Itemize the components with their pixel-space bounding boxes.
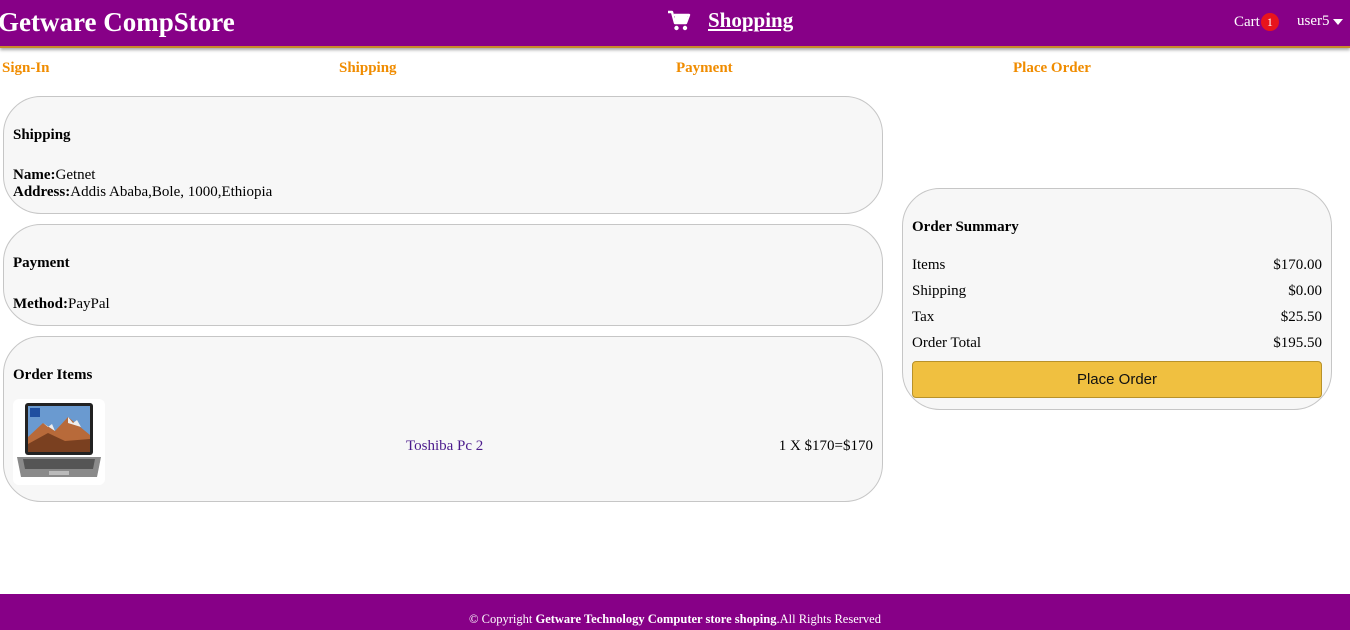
cart-count-badge: 1 xyxy=(1260,13,1279,31)
step-shipping: Shipping xyxy=(339,60,397,76)
shipping-address: Address:Addis Ababa,Bole, 1000,Ethiopia xyxy=(13,184,272,201)
footer-suffix: .All Rights Reserved xyxy=(776,612,881,626)
footer-prefix: © Copyright xyxy=(469,612,536,626)
summary-value: $25.50 xyxy=(1280,309,1322,325)
checkout-steps: Sign-In Shipping Payment Place Order xyxy=(0,60,1350,78)
cart-label: Cart xyxy=(1234,13,1260,30)
summary-value: $195.50 xyxy=(1273,335,1322,351)
summary-value: $0.00 xyxy=(1288,283,1322,299)
shipping-title: Shipping xyxy=(13,127,71,143)
step-payment: Payment xyxy=(676,60,733,76)
method-label: Method: xyxy=(13,296,68,312)
address-value: Addis Ababa,Bole, 1000,Ethiopia xyxy=(70,184,273,200)
order-items-card: Order Items Toshiba Pc 2 1 X $170=$170 xyxy=(3,336,883,502)
place-order-button[interactable]: Place Order xyxy=(912,361,1322,398)
summary-label: Order Total xyxy=(912,335,982,351)
summary-row-order-total: Order Total $195.50 xyxy=(912,335,1322,352)
user-menu-dropdown[interactable]: user5 xyxy=(1297,13,1343,30)
payment-card: Payment Method:PayPal xyxy=(3,224,883,326)
method-value: PayPal xyxy=(68,296,110,312)
top-navbar: Getware CompStore Shopping Cart 1 user5 xyxy=(0,0,1350,48)
shopping-cart-icon xyxy=(668,10,691,30)
payment-title: Payment xyxy=(13,255,70,271)
laptop-product-image xyxy=(13,399,105,485)
order-summary-title: Order Summary xyxy=(912,219,1019,235)
summary-row-shipping: Shipping $0.00 xyxy=(912,283,1322,300)
name-label: Name: xyxy=(13,167,56,183)
product-link[interactable]: Toshiba Pc 2 xyxy=(406,438,483,455)
summary-label: Shipping xyxy=(912,283,967,299)
order-summary-card: Order Summary Items $170.00 Shipping $0.… xyxy=(902,188,1332,410)
summary-row-items: Items $170.00 xyxy=(912,257,1322,274)
payment-method: Method:PayPal xyxy=(13,296,110,313)
summary-value: $170.00 xyxy=(1273,257,1322,273)
order-items-title: Order Items xyxy=(13,367,93,383)
summary-label: Items xyxy=(912,257,946,273)
address-label: Address: xyxy=(13,184,71,200)
brand-logo-link[interactable]: Getware CompStore xyxy=(0,7,235,38)
name-value: Getnet xyxy=(55,167,96,183)
shipping-name: Name:Getnet xyxy=(13,167,95,184)
footer-company: Getware Technology Computer store shopin… xyxy=(535,612,777,626)
product-price-line: 1 X $170=$170 xyxy=(778,438,873,454)
shopping-label: Shopping xyxy=(708,8,794,32)
caret-down-icon xyxy=(1332,19,1343,25)
footer: © Copyright Getware Technology Computer … xyxy=(0,594,1350,630)
summary-row-tax: Tax $25.50 xyxy=(912,309,1322,326)
cart-link[interactable]: Cart 1 xyxy=(1234,13,1279,31)
shipping-card: Shipping Name:Getnet Address:Addis Ababa… xyxy=(3,96,883,214)
shopping-link[interactable]: Shopping xyxy=(667,8,793,33)
step-sign-in: Sign-In xyxy=(2,60,50,76)
user-name: user5 xyxy=(1297,13,1330,29)
step-place-order: Place Order xyxy=(1013,60,1091,76)
summary-label: Tax xyxy=(912,309,935,325)
